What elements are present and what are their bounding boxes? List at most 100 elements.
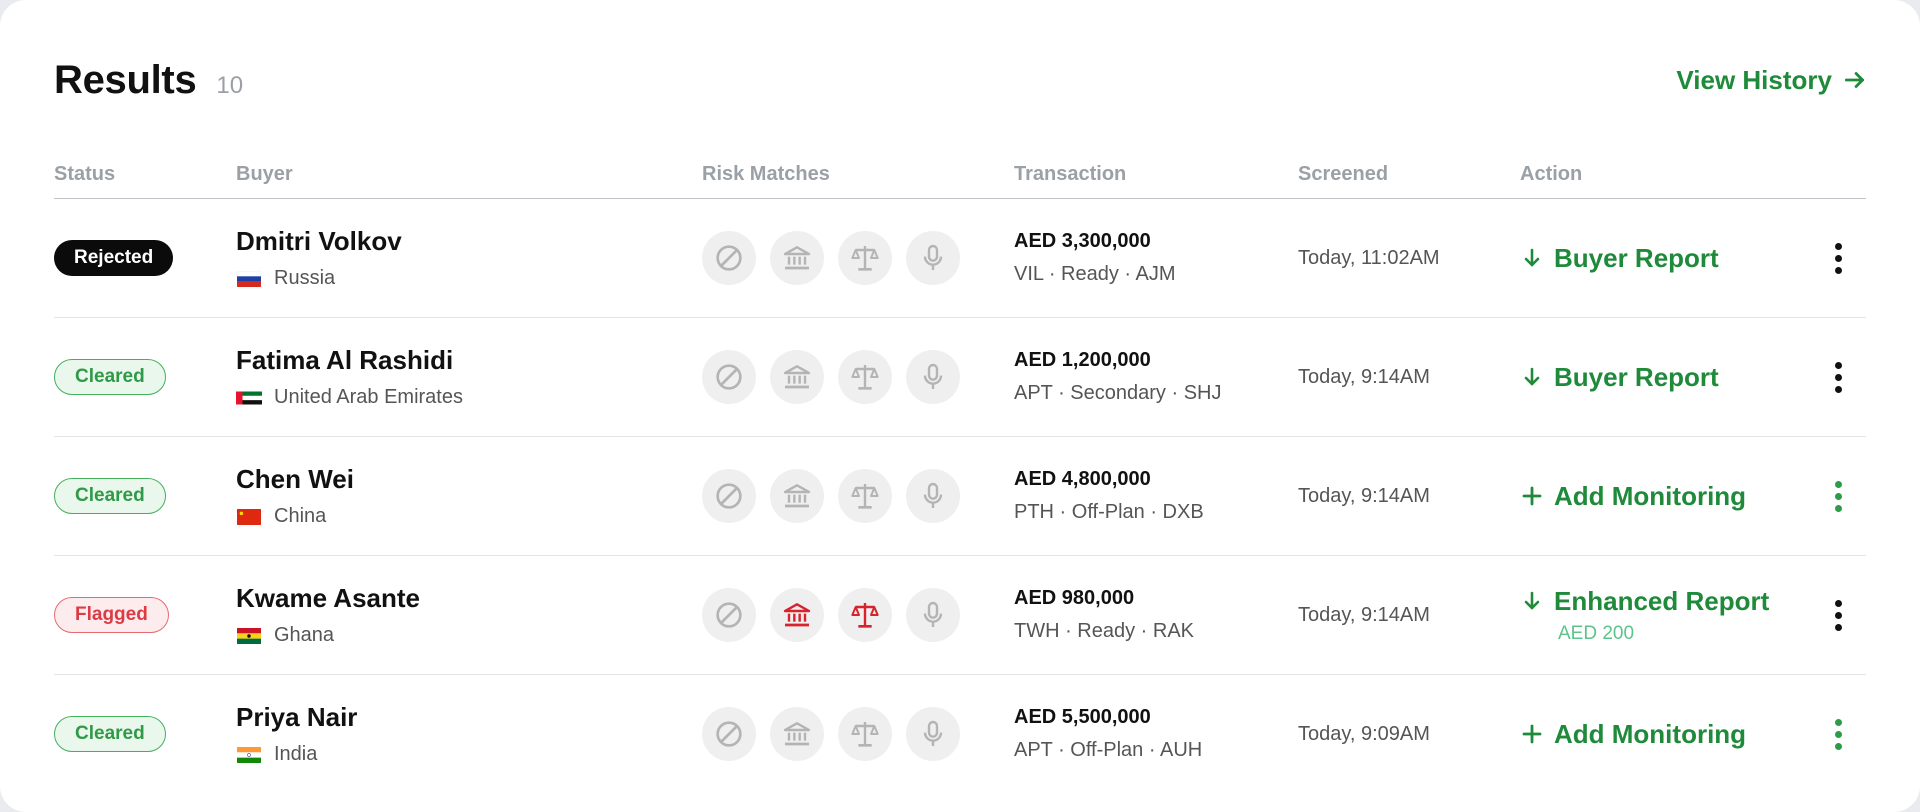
transaction-amount: AED 3,300,000: [1014, 230, 1151, 252]
bank-icon: [781, 480, 813, 512]
more-options-button[interactable]: [1832, 718, 1844, 750]
scales-icon: [849, 599, 881, 631]
table-row[interactable]: Rejected Dmitri Volkov Russia AED 3,300,…: [54, 199, 1866, 318]
bank-icon: [781, 599, 813, 631]
flag-uae-icon: [236, 391, 262, 404]
risk-matches: [702, 588, 1014, 642]
buyer-country: United Arab Emirates: [236, 386, 702, 409]
action-label: Add Monitoring: [1554, 718, 1747, 749]
sanctions-match-indicator[interactable]: [702, 469, 756, 523]
add-monitoring-button[interactable]: Add Monitoring: [1520, 481, 1810, 512]
screened-time: Today, 9:09AM: [1298, 722, 1430, 745]
sanctions-match-indicator[interactable]: [702, 588, 756, 642]
media-match-indicator[interactable]: [906, 469, 960, 523]
prohibited-icon: [713, 242, 745, 274]
more-options-button[interactable]: [1832, 480, 1844, 512]
more-options-button[interactable]: [1832, 599, 1844, 631]
media-match-indicator[interactable]: [906, 231, 960, 285]
media-match-indicator[interactable]: [906, 707, 960, 761]
transaction-meta: TWH · Ready · RAK: [1014, 620, 1195, 642]
status-badge: Cleared: [54, 478, 166, 514]
financial-match-indicator[interactable]: [770, 469, 824, 523]
buyer-country: Russia: [236, 267, 702, 290]
transaction-meta: PTH · Off-Plan · DXB: [1014, 501, 1204, 523]
prohibited-icon: [713, 599, 745, 631]
legal-match-indicator[interactable]: [838, 231, 892, 285]
financial-match-indicator[interactable]: [770, 588, 824, 642]
column-header-status[interactable]: Status: [54, 163, 236, 186]
buyer-name[interactable]: Chen Wei: [236, 464, 702, 495]
table-row[interactable]: Cleared Chen Wei China AED 4,800,000 PTH…: [54, 437, 1866, 556]
legal-match-indicator[interactable]: [838, 588, 892, 642]
transaction-amount: AED 5,500,000: [1014, 706, 1151, 728]
download-arrow-icon: [1520, 365, 1544, 389]
media-match-indicator[interactable]: [906, 350, 960, 404]
more-options-button[interactable]: [1832, 242, 1844, 274]
screened-time: Today, 9:14AM: [1298, 365, 1430, 388]
financial-match-indicator[interactable]: [770, 350, 824, 404]
buyer-name[interactable]: Priya Nair: [236, 702, 702, 733]
page-title: Results: [54, 57, 197, 102]
table-row[interactable]: Cleared Fatima Al Rashidi United Arab Em…: [54, 318, 1866, 437]
microphone-icon: [917, 718, 949, 750]
prohibited-icon: [713, 480, 745, 512]
financial-match-indicator[interactable]: [770, 707, 824, 761]
risk-matches: [702, 707, 1014, 761]
transaction-amount: AED 4,800,000: [1014, 468, 1151, 490]
flag-ghana-icon: [237, 627, 261, 644]
column-header-risk-matches[interactable]: Risk Matches: [702, 163, 1014, 186]
bank-icon: [781, 242, 813, 274]
action-label: Buyer Report: [1554, 242, 1719, 273]
more-options-button[interactable]: [1832, 361, 1844, 393]
buyer-report-button[interactable]: Buyer Report: [1520, 362, 1810, 393]
microphone-icon: [917, 242, 949, 274]
buyer-name[interactable]: Kwame Asante: [236, 583, 702, 614]
status-badge: Flagged: [54, 597, 169, 633]
view-history-link[interactable]: View History: [1676, 65, 1868, 96]
country-label: Russia: [274, 267, 336, 289]
risk-matches: [702, 350, 1014, 404]
buyer-country: Ghana: [236, 624, 702, 647]
media-match-indicator[interactable]: [906, 588, 960, 642]
sanctions-match-indicator[interactable]: [702, 350, 756, 404]
column-header-transaction[interactable]: Transaction: [1014, 163, 1298, 186]
prohibited-icon: [713, 718, 745, 750]
prohibited-icon: [713, 361, 745, 393]
column-header-action[interactable]: Action: [1520, 163, 1810, 186]
action-label: Buyer Report: [1554, 361, 1719, 392]
sanctions-match-indicator[interactable]: [702, 707, 756, 761]
buyer-name[interactable]: Fatima Al Rashidi: [236, 345, 702, 376]
bank-icon: [781, 718, 813, 750]
buyer-name[interactable]: Dmitri Volkov: [236, 226, 702, 257]
screened-time: Today, 11:02AM: [1298, 246, 1440, 269]
microphone-icon: [917, 361, 949, 393]
status-badge: Cleared: [54, 359, 166, 395]
transaction-meta: VIL · Ready · AJM: [1014, 263, 1176, 285]
sanctions-match-indicator[interactable]: [702, 231, 756, 285]
screened-time: Today, 9:14AM: [1298, 484, 1430, 507]
download-arrow-icon: [1520, 246, 1544, 270]
table-row[interactable]: Flagged Kwame Asante Ghana AED 980,000 T…: [54, 556, 1866, 675]
microphone-icon: [917, 480, 949, 512]
add-monitoring-button[interactable]: Add Monitoring: [1520, 719, 1810, 750]
buyer-report-button[interactable]: Buyer Report: [1520, 243, 1810, 274]
plus-icon: [1520, 722, 1544, 746]
table-header: Status Buyer Risk Matches Transaction Sc…: [54, 150, 1866, 199]
view-history-label: View History: [1676, 64, 1832, 95]
column-header-buyer[interactable]: Buyer: [236, 163, 702, 186]
buyer-country: India: [236, 743, 702, 766]
legal-match-indicator[interactable]: [838, 469, 892, 523]
results-table: Status Buyer Risk Matches Transaction Sc…: [54, 150, 1866, 793]
results-header: Results 10 View History: [54, 50, 1868, 110]
enhanced-report-button[interactable]: Enhanced Report: [1520, 586, 1810, 617]
enhanced-report-price: AED 200: [1558, 622, 1635, 644]
flag-india-icon: [237, 746, 261, 763]
table-row[interactable]: Cleared Priya Nair India AED 5,500,000 A…: [54, 675, 1866, 793]
status-badge: Cleared: [54, 716, 166, 752]
column-header-screened[interactable]: Screened: [1298, 163, 1520, 186]
financial-match-indicator[interactable]: [770, 231, 824, 285]
legal-match-indicator[interactable]: [838, 350, 892, 404]
legal-match-indicator[interactable]: [838, 707, 892, 761]
arrow-right-icon: [1842, 67, 1868, 93]
bank-icon: [781, 361, 813, 393]
